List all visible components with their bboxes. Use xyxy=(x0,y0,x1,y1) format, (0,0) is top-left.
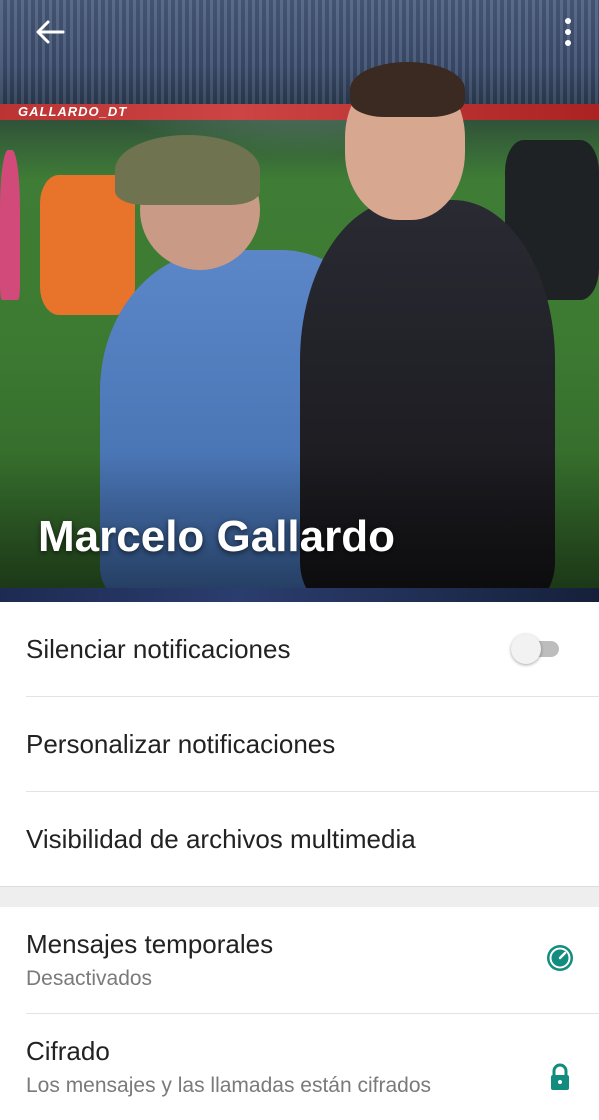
back-button[interactable] xyxy=(28,12,72,52)
custom-notifications-label: Personalizar notificaciones xyxy=(26,728,336,759)
photo-bottom-band xyxy=(0,588,599,602)
disappearing-messages-title: Mensajes temporales xyxy=(26,929,274,959)
photo-watermark: GALLARDO_DT xyxy=(18,104,128,119)
disappearing-messages-row[interactable]: Mensajes temporales Desactivados xyxy=(26,907,599,1014)
privacy-section: Mensajes temporales Desactivados Cifrado… xyxy=(0,907,599,1120)
disappearing-messages-status: Desactivados xyxy=(26,967,153,990)
person-figure xyxy=(115,135,260,205)
section-divider xyxy=(0,886,599,907)
contact-name: Marcelo Gallardo xyxy=(38,512,396,561)
media-visibility-row[interactable]: Visibilidad de archivos multimedia xyxy=(26,792,599,886)
mute-notifications-label: Silenciar notificaciones xyxy=(26,633,291,664)
more-vertical-icon xyxy=(565,18,571,46)
person-figure xyxy=(0,150,20,300)
encryption-title: Cifrado xyxy=(26,1036,110,1066)
more-options-button[interactable] xyxy=(552,12,584,52)
media-visibility-label: Visibilidad de archivos multimedia xyxy=(26,823,416,854)
custom-notifications-row[interactable]: Personalizar notificaciones xyxy=(26,697,599,792)
mute-notifications-row[interactable]: Silenciar notificaciones xyxy=(26,602,599,697)
stadium-crowd-background xyxy=(0,0,599,110)
timer-icon xyxy=(547,945,573,971)
person-figure xyxy=(350,62,465,117)
mute-notifications-toggle[interactable] xyxy=(511,634,561,664)
lock-icon xyxy=(551,1063,569,1090)
notifications-section: Silenciar notificaciones Personalizar no… xyxy=(0,602,599,886)
toggle-knob xyxy=(511,634,541,664)
encryption-row[interactable]: Cifrado Los mensajes y las llamadas está… xyxy=(26,1014,599,1120)
encryption-description: Los mensajes y las llamadas están cifrad… xyxy=(26,1074,432,1097)
arrow-left-icon xyxy=(36,20,65,44)
contact-profile-photo[interactable]: GALLARDO_DT Marcelo Gallardo xyxy=(0,0,599,602)
